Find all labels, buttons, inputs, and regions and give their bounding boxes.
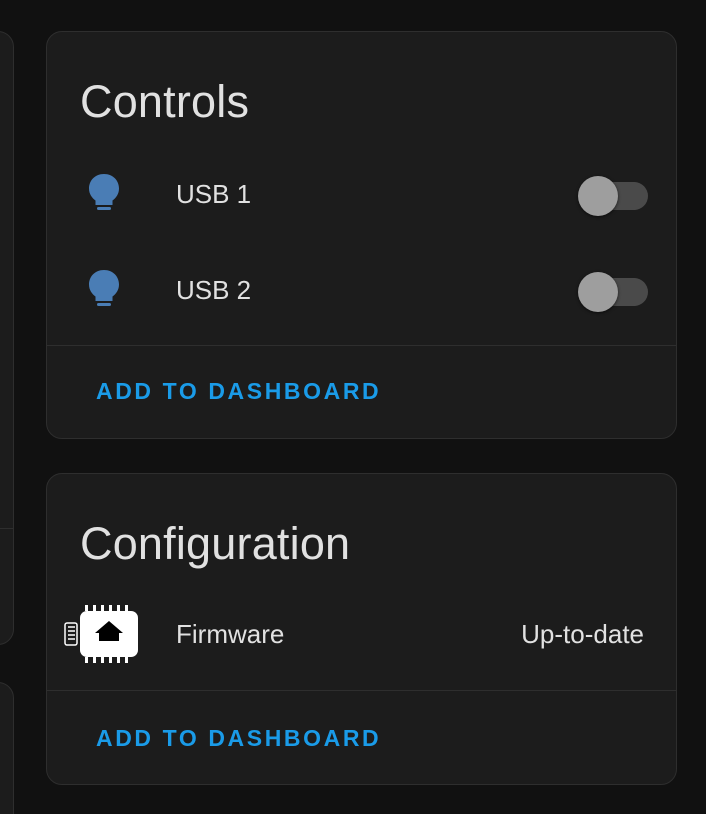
controls-card: Controls USB 1 USB 2 ADD TO DASHBOARD [46, 31, 677, 439]
configuration-card: Configuration Firmware Up-to-date ADD TO… [46, 473, 677, 785]
entity-label: USB 2 [176, 275, 252, 305]
add-to-dashboard-button[interactable]: ADD TO DASHBOARD [96, 378, 381, 405]
toggle-knob [578, 272, 618, 312]
entity-row-usb-2[interactable]: USB 2 [47, 261, 676, 317]
card-actions-divider [47, 345, 676, 346]
lightbulb-icon [89, 270, 119, 306]
entity-label: Firmware [176, 619, 285, 649]
toggle-knob [578, 176, 618, 216]
usb-1-toggle[interactable] [578, 176, 648, 216]
left-card-divider [0, 528, 13, 529]
entity-row-usb-1[interactable]: USB 1 [47, 165, 676, 221]
left-column-card [0, 682, 14, 814]
firmware-status-value: Up-to-date [521, 619, 644, 649]
controls-card-title: Controls [80, 76, 250, 127]
device-page: Controls USB 1 USB 2 ADD TO DASHBOARD Co… [0, 0, 706, 814]
lightbulb-icon [89, 174, 119, 210]
entity-row-firmware[interactable]: Firmware Up-to-date [47, 605, 676, 663]
add-to-dashboard-button[interactable]: ADD TO DASHBOARD [96, 725, 381, 752]
left-column-card [0, 31, 14, 645]
firmware-chip-icon [64, 605, 138, 663]
usb-2-toggle[interactable] [578, 272, 648, 312]
entity-label: USB 1 [176, 179, 252, 209]
configuration-card-title: Configuration [80, 518, 351, 569]
card-actions-divider [47, 690, 676, 691]
